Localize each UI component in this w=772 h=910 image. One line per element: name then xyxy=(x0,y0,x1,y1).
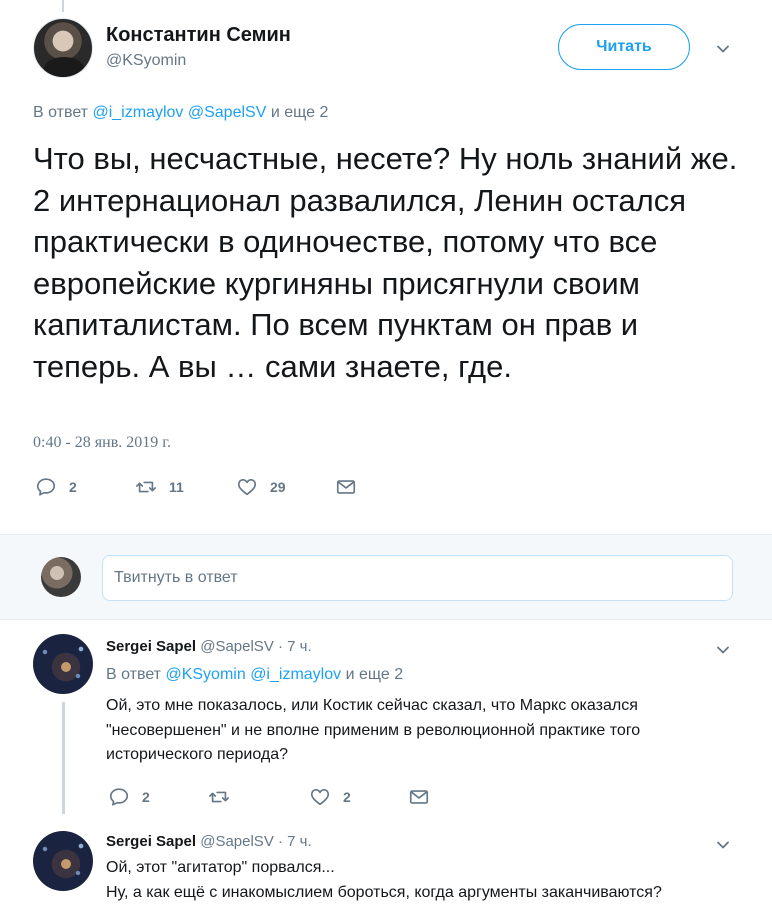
like-count: 29 xyxy=(270,479,286,495)
heart-icon xyxy=(237,479,257,496)
comment-time[interactable]: 7 ч. xyxy=(287,638,312,655)
envelope-icon xyxy=(336,480,356,494)
comment-text: Ой, это мне показалось, или Костик сейча… xyxy=(106,694,746,768)
envelope-icon xyxy=(409,790,429,804)
chevron-down-icon[interactable] xyxy=(716,42,730,56)
direct-message-button[interactable] xyxy=(408,786,430,808)
follow-button[interactable]: Читать xyxy=(558,24,690,70)
reply-to-prefix: В ответ xyxy=(33,104,89,121)
mention-link[interactable]: @SapelSV xyxy=(188,104,267,121)
direct-message-button[interactable] xyxy=(335,476,357,498)
reply-to-more[interactable]: и еще 2 xyxy=(271,104,329,121)
commenter-name[interactable]: Sergei Sapel xyxy=(106,833,196,850)
separator-dot: · xyxy=(278,833,283,850)
comment-text-line: Ой, этот "агитатор" порвался... xyxy=(106,859,335,876)
chevron-down-icon[interactable] xyxy=(716,643,730,657)
author-avatar[interactable] xyxy=(33,18,93,78)
comment-text-line: Ой, это мне показалось, или Костик сейча… xyxy=(106,697,638,714)
retweet-icon xyxy=(209,791,229,803)
reply-bubble-icon xyxy=(109,788,129,806)
tweet-timestamp[interactable]: 0:40 - 28 янв. 2019 г. xyxy=(33,434,171,452)
comment-header: Sergei Sapel @SapelSV · 7 ч. xyxy=(106,638,312,655)
thread-connector xyxy=(62,702,65,814)
comment-time[interactable]: 7 ч. xyxy=(287,833,312,850)
retweet-icon xyxy=(136,481,156,493)
reply-context: В ответ @i_izmaylov @SapelSV и еще 2 xyxy=(33,104,328,122)
reply-tweet[interactable]: Sergei Sapel @SapelSV · 7 ч. Ой, этот "а… xyxy=(0,822,772,910)
reply-bubble-icon xyxy=(36,478,56,496)
comment-actions: 2 2 xyxy=(106,786,466,808)
retweet-button[interactable] xyxy=(208,786,230,808)
reply-to-more[interactable]: и еще 2 xyxy=(346,666,404,683)
comment-text: Ой, этот "агитатор" порвался... Ну, а ка… xyxy=(106,856,746,905)
retweet-button[interactable]: 11 xyxy=(135,476,184,498)
comment-text-line: исторического периода? xyxy=(106,746,289,763)
comment-text-line: "несовершенен" и не вполне применим в ре… xyxy=(106,721,641,739)
reply-composer: Твитнуть в ответ xyxy=(0,534,772,620)
mention-link[interactable]: @i_izmaylov xyxy=(92,104,183,121)
retweet-count: 11 xyxy=(169,479,184,495)
tweet-text: Что вы, несчастные, несете? Ну ноль знан… xyxy=(33,141,738,384)
like-button[interactable]: 2 xyxy=(309,786,351,808)
current-user-avatar[interactable] xyxy=(41,557,81,597)
commenter-name[interactable]: Sergei Sapel xyxy=(106,638,196,655)
main-tweet: Константин Семин @KSyomin Читать В ответ… xyxy=(0,0,772,528)
mention-link[interactable]: @i_izmaylov xyxy=(250,666,341,683)
reply-count: 2 xyxy=(142,789,150,805)
reply-to-prefix: В ответ xyxy=(106,666,162,683)
commenter-avatar[interactable] xyxy=(33,831,93,891)
comment-text-line: Ну, а как ещё с инакомыслием бороться, к… xyxy=(106,883,662,901)
separator-dot: · xyxy=(278,638,283,655)
comment-header: Sergei Sapel @SapelSV · 7 ч. xyxy=(106,833,312,850)
reply-tweet[interactable]: Sergei Sapel @SapelSV · 7 ч. В ответ @KS… xyxy=(0,622,772,822)
commenter-avatar[interactable] xyxy=(33,634,93,694)
like-button[interactable]: 29 xyxy=(236,476,286,498)
chevron-down-icon[interactable] xyxy=(716,838,730,852)
mention-link[interactable]: @KSyomin xyxy=(165,666,245,683)
heart-icon xyxy=(310,789,330,806)
commenter-handle[interactable]: @SapelSV xyxy=(200,638,274,655)
commenter-handle[interactable]: @SapelSV xyxy=(200,833,274,850)
reply-button[interactable]: 2 xyxy=(108,786,150,808)
reply-context: В ответ @KSyomin @i_izmaylov и еще 2 xyxy=(106,666,403,684)
reply-input[interactable]: Твитнуть в ответ xyxy=(102,555,733,601)
like-count: 2 xyxy=(343,789,351,805)
author-name[interactable]: Константин Семин xyxy=(106,24,291,47)
reply-count: 2 xyxy=(69,479,77,495)
tweet-actions: 2 11 29 xyxy=(33,476,393,500)
reply-button[interactable]: 2 xyxy=(35,476,77,498)
author-handle[interactable]: @KSyomin xyxy=(106,52,186,70)
